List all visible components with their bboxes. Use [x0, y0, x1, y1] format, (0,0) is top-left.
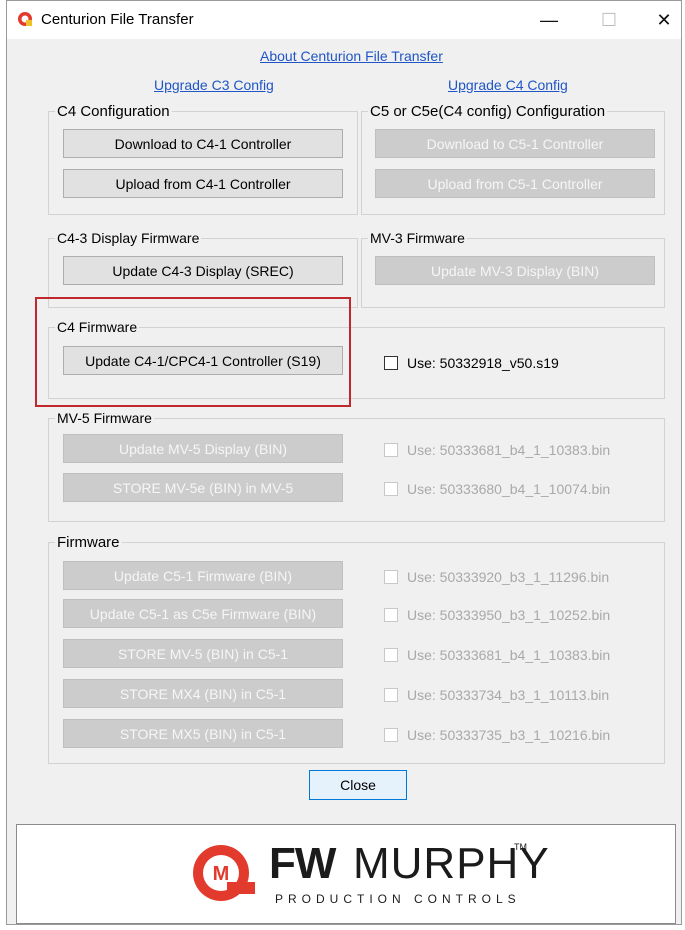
download-to-c5-button[interactable]: Download to C5-1 Controller — [375, 129, 655, 158]
logo-mark-letter: M — [213, 863, 230, 885]
logo-trademark: TM — [514, 842, 527, 852]
download-to-c4-button[interactable]: Download to C4-1 Controller — [63, 129, 343, 158]
app-logo-icon — [18, 12, 32, 26]
use-c5-1-firmware-label: Use: 50333920_b3_1_11296.bin — [407, 569, 610, 585]
use-mv-5-update-checkbox[interactable]: Use: 50333681_b4_1_10383.bin — [384, 442, 610, 458]
checkbox-box[interactable] — [384, 482, 398, 496]
mv-5-firmware-legend: MV-5 Firmware — [57, 410, 152, 426]
mv-3-firmware-legend: MV-3 Firmware — [370, 230, 465, 246]
firmware-legend: Firmware — [57, 534, 120, 551]
store-mv-5e-button[interactable]: STORE MV-5e (BIN) in MV-5 — [63, 473, 343, 502]
upload-from-c5-button[interactable]: Upload from C5-1 Controller — [375, 169, 655, 198]
centurion-file-transfer-window: Centurion File Transfer — ☐ ✕ About Cent… — [6, 0, 682, 925]
c4-3-display-firmware-legend: C4-3 Display Firmware — [57, 230, 200, 246]
c4-firmware-legend: C4 Firmware — [57, 319, 138, 335]
upgrade-c4-config-link[interactable]: Upgrade C4 Config — [448, 77, 568, 93]
store-mx4-in-c5-1-button[interactable]: STORE MX4 (BIN) in C5-1 — [63, 679, 343, 708]
fw-murphy-logo-mark: M — [193, 845, 255, 901]
checkbox-box[interactable] — [384, 648, 398, 662]
update-c4-3-display-button[interactable]: Update C4-3 Display (SREC) — [63, 256, 343, 285]
checkbox-box[interactable] — [384, 356, 398, 370]
update-mv-5-display-button[interactable]: Update MV-5 Display (BIN) — [63, 434, 343, 463]
update-c5-1-firmware-button[interactable]: Update C5-1 Firmware (BIN) — [63, 561, 343, 590]
close-window-button[interactable]: ✕ — [647, 7, 681, 33]
use-mx4-checkbox[interactable]: Use: 50333734_b3_1_10113.bin — [384, 687, 609, 703]
checkbox-box[interactable] — [384, 443, 398, 457]
use-c5e-firmware-checkbox[interactable]: Use: 50333950_b3_1_10252.bin — [384, 607, 610, 623]
upgrade-c3-config-link[interactable]: Upgrade C3 Config — [154, 77, 274, 93]
update-c5-1-as-c5e-button[interactable]: Update C5-1 as C5e Firmware (BIN) — [63, 599, 343, 628]
c4-configuration-group: C4 Configuration — [48, 103, 358, 215]
c5-configuration-legend: C5 or C5e(C4 config) Configuration — [370, 103, 606, 120]
use-mv-5-update-label: Use: 50333681_b4_1_10383.bin — [407, 442, 611, 458]
close-button[interactable]: Close — [309, 770, 407, 800]
maximize-button[interactable]: ☐ — [592, 7, 626, 33]
use-c5e-firmware-label: Use: 50333950_b3_1_10252.bin — [407, 607, 611, 623]
use-c4-firmware-checkbox[interactable]: Use: 50332918_v50.s19 — [384, 355, 559, 371]
use-mx4-label: Use: 50333734_b3_1_10113.bin — [407, 687, 610, 703]
use-mv-5e-store-label: Use: 50333680_b4_1_10074.bin — [407, 481, 611, 497]
logo-panel: M FW MURPHY TM PRODUCTION CONTROLS — [16, 824, 676, 924]
logo-fw-text: FW — [269, 839, 336, 888]
upload-from-c4-button[interactable]: Upload from C4-1 Controller — [63, 169, 343, 198]
use-mv-5-store-checkbox[interactable]: Use: 50333681_b4_1_10383.bin — [384, 647, 610, 663]
title-bar: Centurion File Transfer — ☐ ✕ — [7, 1, 681, 39]
c4-configuration-legend: C4 Configuration — [57, 103, 170, 120]
use-c5-1-firmware-checkbox[interactable]: Use: 50333920_b3_1_11296.bin — [384, 569, 609, 585]
mv-5-firmware-group: MV-5 Firmware — [48, 410, 665, 522]
store-mv-5-in-c5-1-button[interactable]: STORE MV-5 (BIN) in C5-1 — [63, 639, 343, 668]
use-c4-firmware-label: Use: 50332918_v50.s19 — [407, 355, 559, 371]
minimize-button[interactable]: — — [532, 7, 566, 33]
window-title: Centurion File Transfer — [41, 11, 194, 28]
c5-configuration-group: C5 or C5e(C4 config) Configuration — [361, 103, 665, 215]
checkbox-box[interactable] — [384, 570, 398, 584]
use-mv-5-store-label: Use: 50333681_b4_1_10383.bin — [407, 647, 611, 663]
use-mx5-label: Use: 50333735_b3_1_10216.bin — [407, 727, 611, 743]
checkbox-box[interactable] — [384, 688, 398, 702]
use-mx5-checkbox[interactable]: Use: 50333735_b3_1_10216.bin — [384, 727, 610, 743]
logo-tagline: PRODUCTION CONTROLS — [275, 892, 521, 906]
checkbox-box[interactable] — [384, 608, 398, 622]
use-mv-5e-store-checkbox[interactable]: Use: 50333680_b4_1_10074.bin — [384, 481, 610, 497]
store-mx5-in-c5-1-button[interactable]: STORE MX5 (BIN) in C5-1 — [63, 719, 343, 748]
checkbox-box[interactable] — [384, 728, 398, 742]
update-c4-1-controller-button[interactable]: Update C4-1/CPC4-1 Controller (S19) — [63, 346, 343, 375]
about-link[interactable]: About Centurion File Transfer — [260, 48, 443, 64]
update-mv-3-display-button[interactable]: Update MV-3 Display (BIN) — [375, 256, 655, 285]
